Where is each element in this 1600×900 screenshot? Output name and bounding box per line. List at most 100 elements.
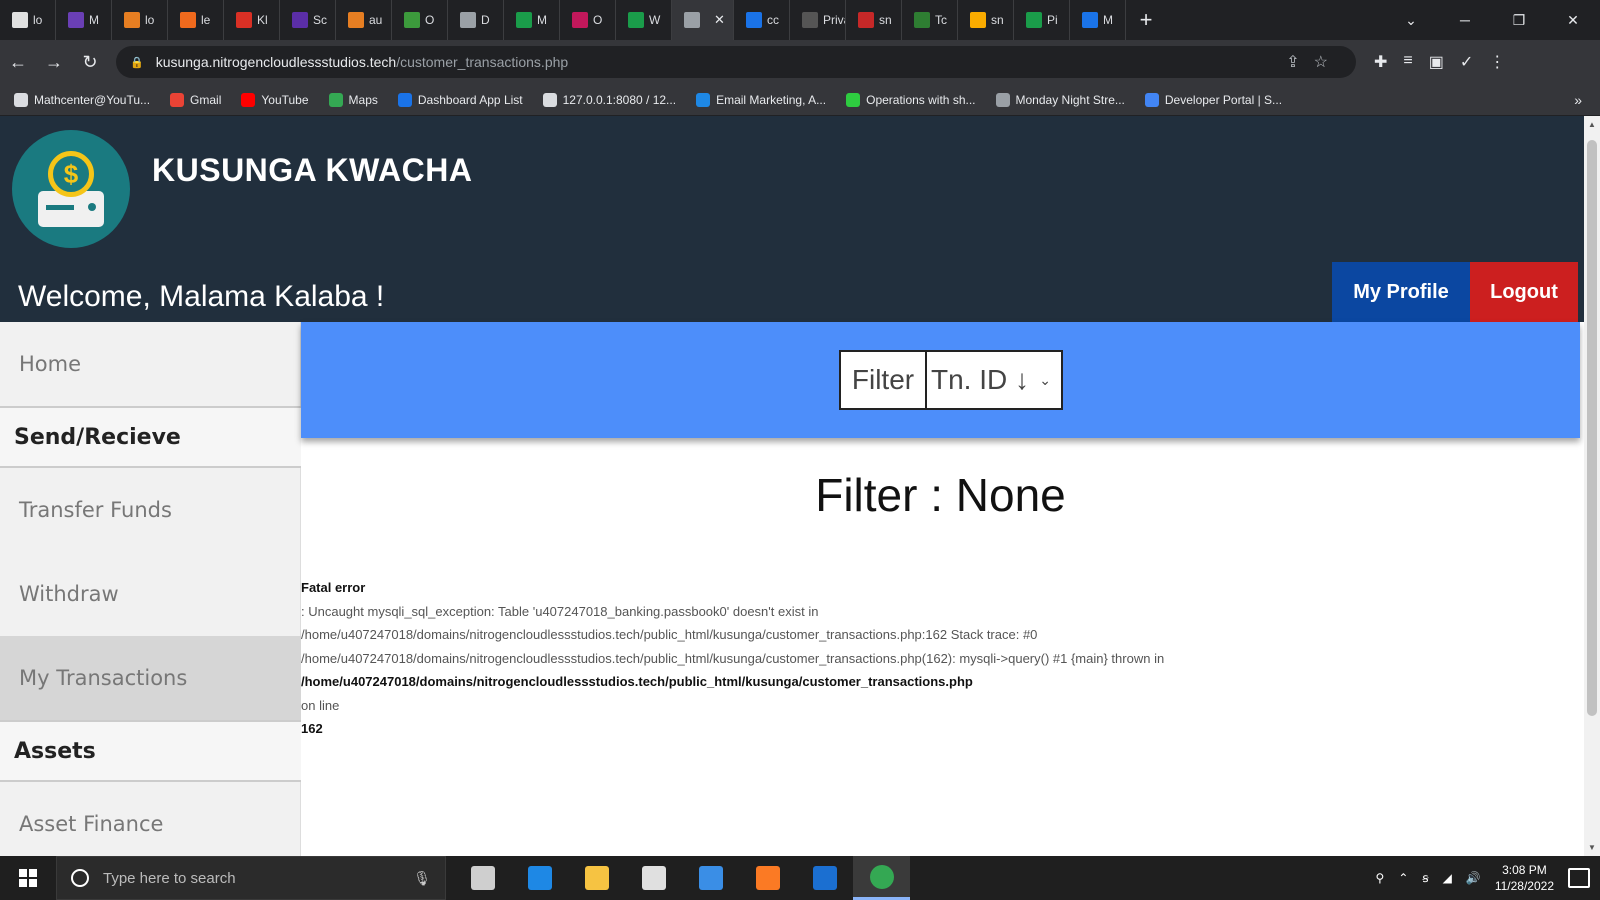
- app-icon: [812, 866, 837, 890]
- sidebar-item-home[interactable]: Home: [0, 322, 301, 406]
- browser-tab[interactable]: ✕: [672, 0, 734, 40]
- lock-icon[interactable]: 🔒: [130, 56, 144, 69]
- filter-label: Filter: [841, 352, 927, 408]
- bookmark-item[interactable]: Monday Night Stre...: [995, 92, 1125, 107]
- tab-label: Kl: [257, 13, 268, 27]
- browser-tab[interactable]: cc: [734, 0, 790, 40]
- browser-tab[interactable]: le: [168, 0, 224, 40]
- tab-label: Privac: [823, 13, 845, 27]
- taskbar-store-icon[interactable]: [625, 856, 682, 900]
- tab-favicon-icon: [746, 12, 762, 28]
- browser-tab[interactable]: lo: [0, 0, 56, 40]
- ime-icon[interactable]: ꞩ: [1422, 871, 1428, 885]
- notification-icon[interactable]: [1568, 868, 1590, 888]
- browser-tab[interactable]: lo: [112, 0, 168, 40]
- tab-favicon-icon: [914, 12, 930, 28]
- mail-icon: [698, 866, 723, 890]
- browser-tab[interactable]: sn: [846, 0, 902, 40]
- filter-select[interactable]: Tn. ID ↓ ⌄: [927, 352, 1061, 408]
- start-button[interactable]: [0, 856, 56, 900]
- taskbar-edge-icon[interactable]: [511, 856, 568, 900]
- chevron-down-icon: ⌄: [1039, 372, 1051, 388]
- browser-tab[interactable]: W: [616, 0, 672, 40]
- media-icon[interactable]: ≡: [1403, 52, 1412, 72]
- tab-favicon-icon: [236, 12, 252, 28]
- browser-tab[interactable]: au: [336, 0, 392, 40]
- clock-time: 3:08 PM: [1502, 863, 1547, 877]
- site-header: $ KUSUNGA KWACHA Welcome, Malama Kalaba …: [0, 116, 1584, 322]
- tab-search-icon[interactable]: ⌄: [1384, 0, 1438, 40]
- page-scrollbar[interactable]: ▲ ▼: [1584, 116, 1600, 856]
- new-tab-button[interactable]: +: [1126, 0, 1166, 40]
- tab-label: M: [89, 13, 99, 27]
- web-page: $ KUSUNGA KWACHA Welcome, Malama Kalaba …: [0, 116, 1584, 856]
- logout-button[interactable]: Logout: [1470, 262, 1578, 322]
- bookmark-favicon-icon: [846, 92, 861, 107]
- url-domain: kusunga.nitrogencloudlessstudios.tech: [155, 54, 397, 70]
- filter-control: Filter Tn. ID ↓ ⌄: [839, 350, 1063, 410]
- close-window-button[interactable]: ✕: [1546, 0, 1600, 40]
- xampp-icon: [755, 866, 780, 890]
- taskbar-file-explorer-icon[interactable]: [568, 856, 625, 900]
- bookmark-item[interactable]: Operations with sh...: [846, 92, 976, 107]
- taskbar-xampp-icon[interactable]: [739, 856, 796, 900]
- puzzle-icon[interactable]: ✚: [1374, 52, 1387, 72]
- browser-tab[interactable]: D: [448, 0, 504, 40]
- taskbar-mail-icon[interactable]: [682, 856, 739, 900]
- taskbar-task-view-icon[interactable]: [454, 856, 511, 900]
- browser-tab[interactable]: M: [504, 0, 560, 40]
- sidebar-item-transfer-funds[interactable]: Transfer Funds: [0, 468, 301, 552]
- system-tray: ⚲ ⌃ ꞩ ◢ 🔊 3:08 PM 11/28/2022: [1376, 862, 1600, 894]
- bookmark-item[interactable]: Email Marketing, A...: [696, 92, 826, 107]
- volume-icon[interactable]: 🔊: [1466, 871, 1481, 885]
- profile-icon[interactable]: ✓: [1460, 52, 1473, 72]
- taskbar-search[interactable]: Type here to search 🎙: [56, 856, 446, 900]
- browser-tab[interactable]: O: [560, 0, 616, 40]
- microphone-icon[interactable]: 🎙: [413, 870, 431, 887]
- bookmark-item[interactable]: Mathcenter@YouTu...: [14, 92, 150, 107]
- taskbar-app-icon[interactable]: [796, 856, 853, 900]
- restore-button[interactable]: ❐: [1492, 0, 1546, 40]
- reload-button[interactable]: ↻: [72, 44, 108, 80]
- tab-label: M: [1103, 13, 1113, 27]
- browser-tab[interactable]: O: [392, 0, 448, 40]
- tab-list: lo Mlo le Kl Sc au O D M O W ✕ cc Privac sn Tc sn Pi M: [0, 0, 1126, 40]
- tab-label: sn: [991, 13, 1004, 27]
- bookmark-item[interactable]: YouTube: [241, 92, 309, 107]
- bookmark-item[interactable]: Developer Portal | S...: [1144, 92, 1282, 107]
- address-bar[interactable]: 🔒 kusunga.nitrogencloudlessstudios.tech …: [116, 46, 1356, 78]
- search-icon: [71, 869, 89, 887]
- minimize-button[interactable]: ─: [1438, 0, 1492, 40]
- back-button[interactable]: ←: [0, 44, 36, 80]
- my-profile-button[interactable]: My Profile: [1332, 262, 1470, 322]
- tab-close-icon[interactable]: ✕: [714, 12, 725, 28]
- taskbar-chrome-icon[interactable]: [853, 856, 910, 900]
- scrollbar-thumb[interactable]: [1587, 140, 1597, 716]
- clock[interactable]: 3:08 PM 11/28/2022: [1495, 862, 1554, 894]
- network-icon[interactable]: ◢: [1443, 871, 1452, 885]
- sidepanel-icon[interactable]: ▣: [1429, 52, 1444, 72]
- browser-tab[interactable]: Tc: [902, 0, 958, 40]
- sidebar-item-asset-finance[interactable]: Asset Finance: [0, 782, 301, 856]
- bookmark-item[interactable]: Maps: [328, 92, 378, 107]
- bookmark-item[interactable]: 127.0.0.1:8080 / 12...: [542, 92, 676, 107]
- browser-tab[interactable]: Kl: [224, 0, 280, 40]
- bookmark-item[interactable]: Gmail: [170, 92, 221, 107]
- browser-tab[interactable]: Pi: [1014, 0, 1070, 40]
- bookmarks-more-icon[interactable]: »: [1574, 92, 1582, 108]
- bookmark-star-icon[interactable]: ⇪☆: [1286, 52, 1342, 72]
- forward-button[interactable]: →: [36, 44, 72, 80]
- scroll-down-icon[interactable]: ▼: [1588, 843, 1596, 852]
- sidebar-item-withdraw[interactable]: Withdraw: [0, 552, 301, 636]
- tray-overflow-icon[interactable]: ⌃: [1398, 871, 1408, 885]
- bookmark-item[interactable]: Dashboard App List: [397, 92, 523, 107]
- sidebar-item-my-transactions[interactable]: My Transactions: [0, 636, 301, 720]
- menu-icon[interactable]: ⋮: [1489, 52, 1505, 72]
- browser-tab[interactable]: Privac: [790, 0, 846, 40]
- browser-tab[interactable]: M: [56, 0, 112, 40]
- scroll-up-icon[interactable]: ▲: [1588, 120, 1596, 129]
- browser-tab[interactable]: M: [1070, 0, 1126, 40]
- people-icon[interactable]: ⚲: [1376, 871, 1385, 885]
- browser-tab[interactable]: sn: [958, 0, 1014, 40]
- browser-tab[interactable]: Sc: [280, 0, 336, 40]
